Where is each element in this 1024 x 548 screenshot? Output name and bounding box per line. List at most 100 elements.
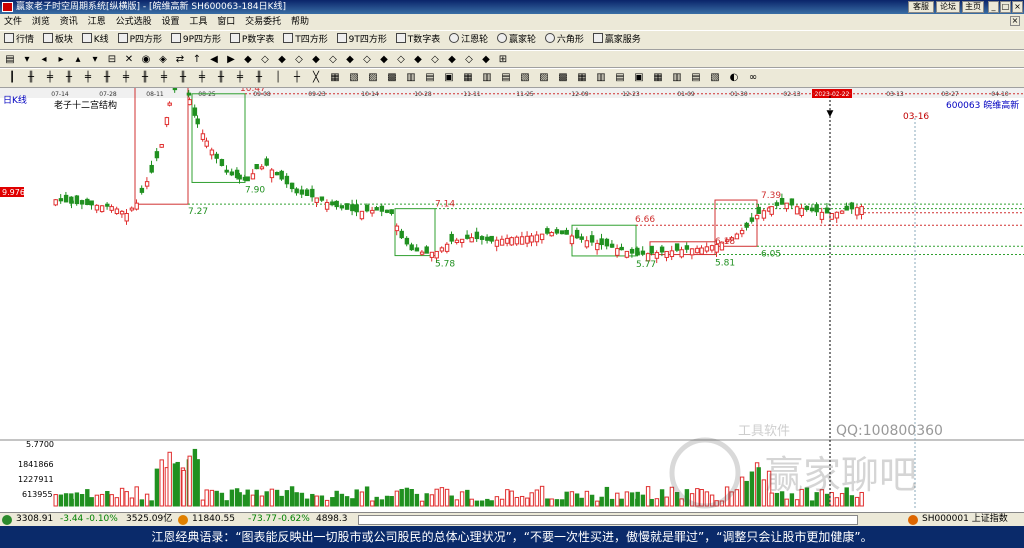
toolbar-p-table[interactable]: P数字表 [229,31,274,49]
toolbar-line-icon[interactable]: ╫ [139,72,151,84]
menu-tools[interactable]: 工具 [189,17,207,27]
toolbar-line-icon[interactable]: ▥ [671,72,683,84]
toolbar-gann-wheel[interactable]: 江恩轮 [449,31,488,49]
toolbar-tool-icon[interactable]: ◆ [480,54,492,66]
horizontal-scrollbar[interactable] [358,515,858,525]
menu-info[interactable]: 资讯 [60,17,78,27]
menu-gann[interactable]: 江恩 [88,17,106,27]
menu-window[interactable]: 窗口 [217,17,235,27]
toolbar-tool-icon[interactable]: ◆ [276,54,288,66]
toolbar-tool-icon[interactable]: ◉ [140,54,152,66]
toolbar-tool-icon[interactable]: ◈ [157,54,169,66]
toolbar-line-icon[interactable]: ▦ [462,72,474,84]
close-icon[interactable]: × [1012,1,1023,13]
toolbar-tool-icon[interactable]: ◆ [344,54,356,66]
toolbar-tool-icon[interactable]: ▸ [55,54,67,66]
toolbar-line-icon[interactable]: ┼ [291,72,303,84]
toolbar-line-icon[interactable]: ╫ [253,72,265,84]
toolbar-winner-wheel[interactable]: 赢家轮 [496,31,536,49]
kline-chart[interactable]: 07-14 07-28 08-11 08-25 09-08 09-23 10-14 10-28… [0,54,1024,512]
toolbar-tool-icon[interactable]: ◇ [463,54,475,66]
toolbar-line-icon[interactable]: │ [272,72,284,84]
menu-settings[interactable]: 设置 [161,17,179,27]
toolbar-tool-icon[interactable]: ⊟ [106,54,118,66]
toolbar-line-icon[interactable]: ▥ [481,72,493,84]
toolbar-tool-icon[interactable]: ◆ [378,54,390,66]
toolbar-tool-icon[interactable]: ◇ [293,54,305,66]
toolbar-tool-icon[interactable]: ◂ [38,54,50,66]
toolbar-line-icon[interactable]: ▩ [557,72,569,84]
toolbar-sectors[interactable]: 板块 [42,31,73,49]
toolbar-tool-icon[interactable]: ◇ [259,54,271,66]
toolbar-line-icon[interactable]: ▣ [633,72,645,84]
toolbar-t-table[interactable]: T数字表 [395,31,440,49]
toolbar-tool-icon[interactable]: ◇ [395,54,407,66]
toolbar-line-icon[interactable]: ╫ [177,72,189,84]
toolbar-line-icon[interactable]: ╪ [234,72,246,84]
toolbar-tool-icon[interactable]: ◇ [327,54,339,66]
toolbar-tool-icon[interactable]: ▴ [72,54,84,66]
toolbar-tool-icon[interactable]: ◇ [361,54,373,66]
maximize-icon[interactable]: □ [1000,1,1011,13]
toolbar-line-icon[interactable]: ▤ [690,72,702,84]
toolbar-line-icon[interactable]: ∞ [747,72,759,84]
menu-help[interactable]: 帮助 [291,17,309,27]
toolbar-tool-icon[interactable]: ◇ [429,54,441,66]
toolbar-tool-icon[interactable]: ◆ [242,54,254,66]
toolbar-quotes[interactable]: 行情 [4,31,34,49]
toolbar-hexagon[interactable]: 六角形 [544,31,584,49]
toolbar-line-icon[interactable]: ▦ [576,72,588,84]
toolbar-line-icon[interactable]: ▦ [329,72,341,84]
toolbar-line-icon[interactable]: ┃ [6,72,18,84]
toolbar-line-icon[interactable]: ╪ [44,72,56,84]
toolbar-line-icon[interactable]: ▧ [709,72,721,84]
toolbar-tool-icon[interactable]: ◆ [446,54,458,66]
toolbar-line-icon[interactable]: ╪ [82,72,94,84]
toolbar-line-icon[interactable]: ▧ [348,72,360,84]
toolbar-line-icon[interactable]: ╫ [101,72,113,84]
toolbar-tool-icon[interactable]: ✕ [123,54,135,66]
toolbar-line-icon[interactable]: ▧ [519,72,531,84]
toolbar-t-square[interactable]: T四方形 [283,31,328,49]
toolbar-tool-icon[interactable]: ◆ [412,54,424,66]
toolbar-tool-icon[interactable]: ◀ [208,54,220,66]
toolbar-service[interactable]: 赢家服务 [592,31,641,49]
toolbar-line-icon[interactable]: ▦ [652,72,664,84]
toolbar-9t-square[interactable]: 9T四方形 [336,31,387,49]
toolbar-line-icon[interactable]: ▤ [500,72,512,84]
toolbar-tool-icon[interactable]: ↑ [191,54,203,66]
doc-close-icon[interactable]: × [1010,16,1020,26]
toolbar-line-icon[interactable]: ╪ [196,72,208,84]
toolbar-tool-icon[interactable]: ▾ [89,54,101,66]
toolbar-kline[interactable]: K线 [81,31,109,49]
toolbar-line-icon[interactable]: ╫ [63,72,75,84]
toolbar-tool-icon[interactable]: ▤ [4,54,16,66]
toolbar-line-icon[interactable]: ▥ [595,72,607,84]
menu-file[interactable]: 文件 [4,17,22,27]
toolbar-line-icon[interactable]: ▤ [424,72,436,84]
minimize-icon[interactable]: _ [988,1,999,13]
toolbar-line-icon[interactable]: ╫ [215,72,227,84]
toolbar-tool-icon[interactable]: ▶ [225,54,237,66]
toolbar-line-icon[interactable]: ╳ [310,72,322,84]
homepage-button[interactable]: 主页 [962,1,984,13]
toolbar-line-icon[interactable]: ◐ [728,72,740,84]
menu-browse[interactable]: 浏览 [32,17,50,27]
toolbar-line-icon[interactable]: ╪ [120,72,132,84]
toolbar-tool-icon[interactable]: ⊞ [497,54,509,66]
toolbar-line-icon[interactable]: ▩ [386,72,398,84]
support-button[interactable]: 客服 [908,1,934,13]
toolbar-tool-icon[interactable]: ◆ [310,54,322,66]
toolbar-line-icon[interactable]: ▨ [538,72,550,84]
toolbar-tool-icon[interactable]: ⇄ [174,54,186,66]
toolbar-line-icon[interactable]: ▥ [405,72,417,84]
toolbar-line-icon[interactable]: ▨ [367,72,379,84]
toolbar-line-icon[interactable]: ╫ [25,72,37,84]
toolbar-line-icon[interactable]: ╪ [158,72,170,84]
menu-formula[interactable]: 公式选股 [116,17,152,27]
index-code[interactable]: SH000001 上证指数 [922,513,1008,526]
toolbar-9p-square[interactable]: 9P四方形 [170,31,221,49]
forum-button[interactable]: 论坛 [936,1,960,13]
toolbar-tool-icon[interactable]: ▾ [21,54,33,66]
toolbar-line-icon[interactable]: ▣ [443,72,455,84]
